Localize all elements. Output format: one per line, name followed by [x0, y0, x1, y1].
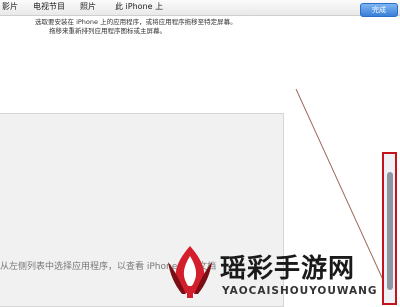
watermark-logo-icon	[168, 246, 212, 298]
watermark-title: 瑶彩手游网	[220, 254, 356, 284]
watermark-subtitle: YAOCAISHOUYOUWANG	[222, 285, 378, 297]
watermark: 瑶彩手游网 YAOCAISHOUYOUWANG	[160, 236, 400, 307]
